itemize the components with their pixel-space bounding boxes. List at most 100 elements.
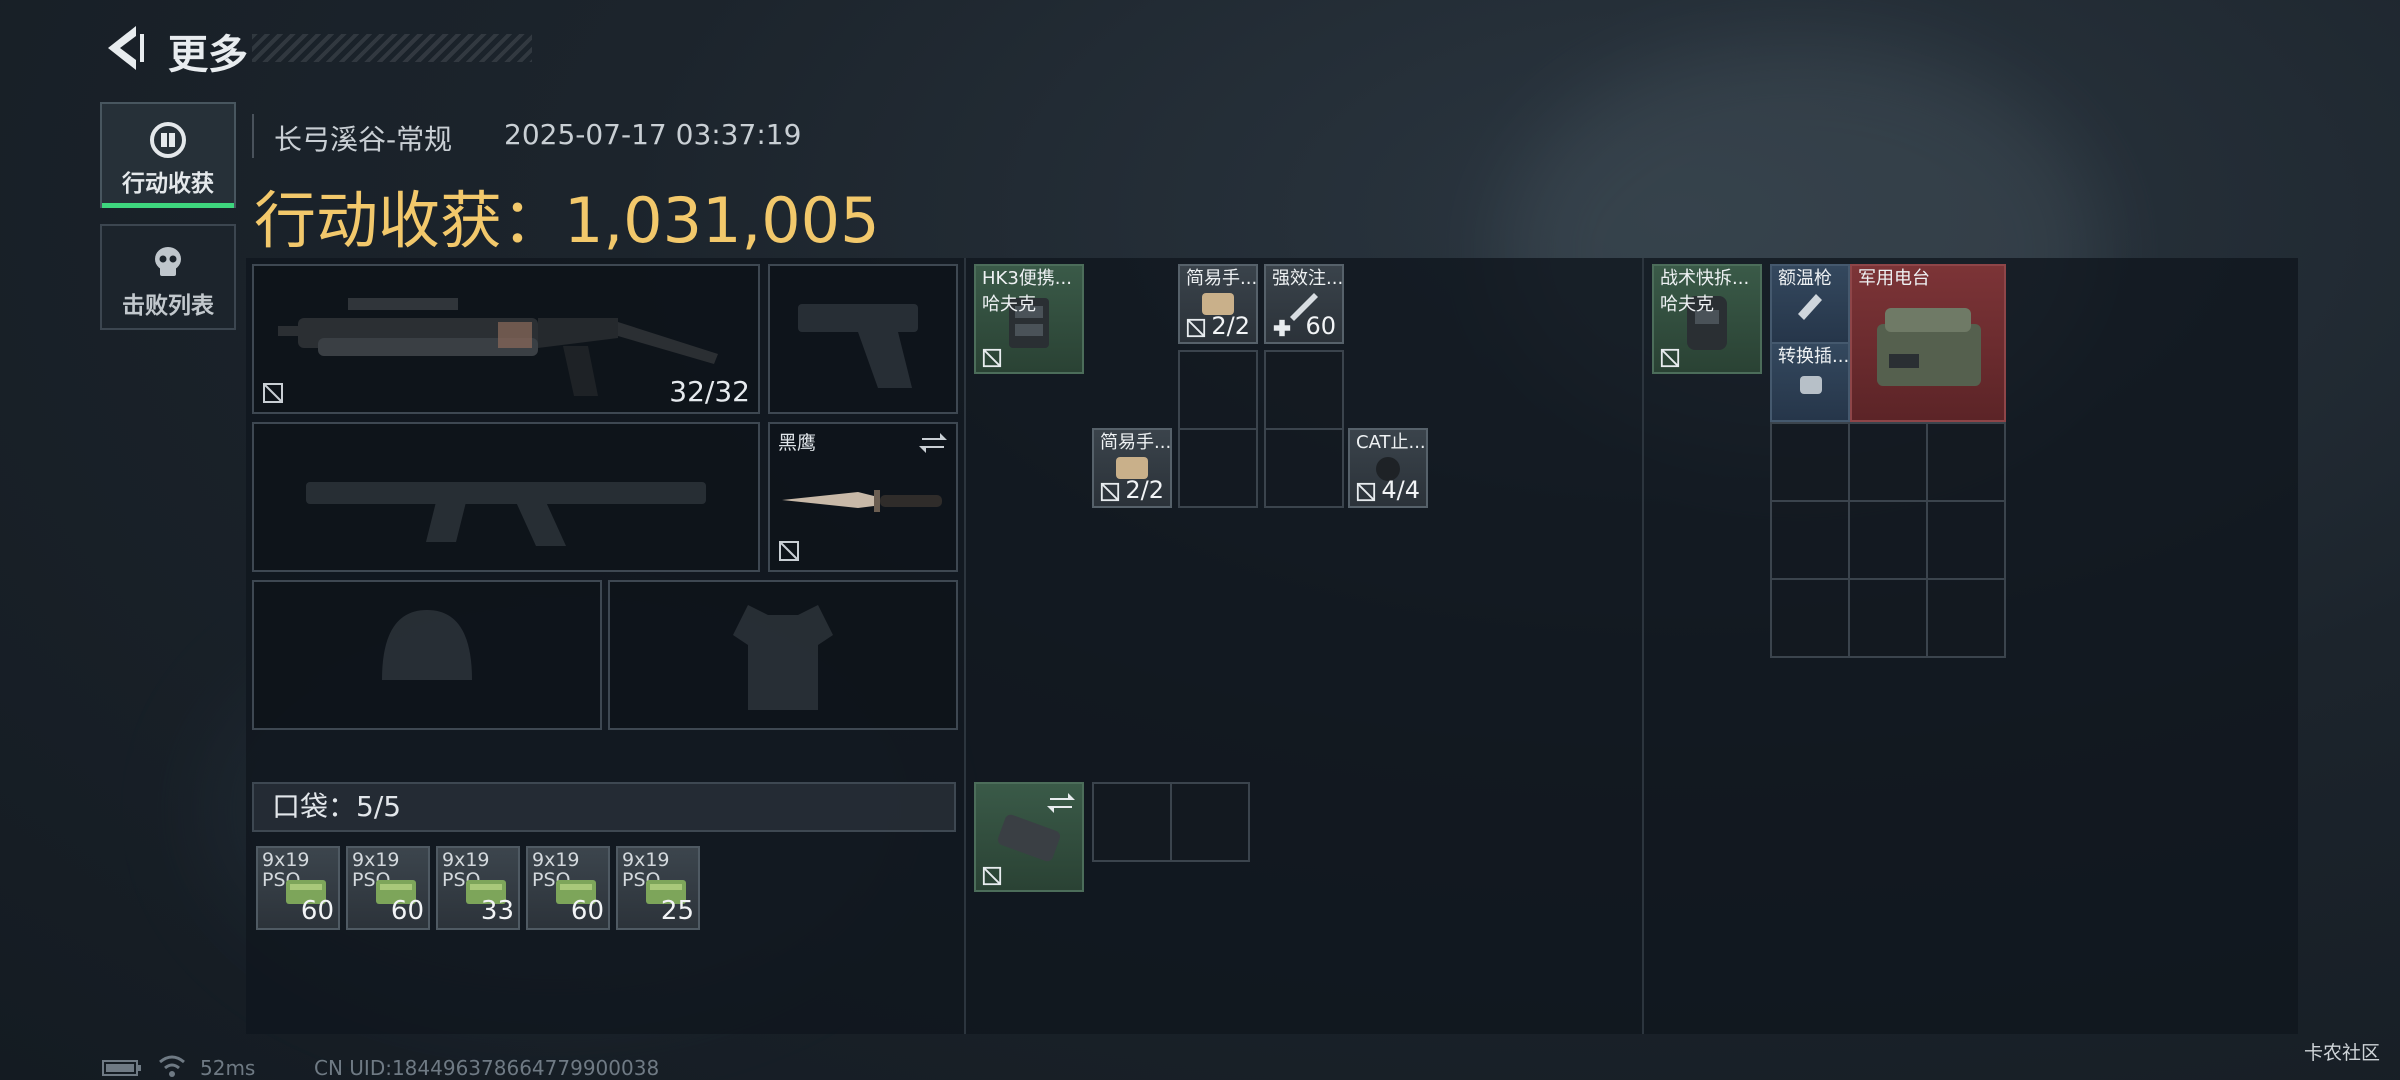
plus-icon (1273, 319, 1291, 337)
unlocked-icon (779, 541, 799, 561)
map-name: 长弓溪谷-常规 (274, 123, 453, 156)
pocket-ammo-4[interactable]: 9x19 PSO 60 (526, 846, 610, 930)
pocket-ammo-1[interactable]: 9x19 PSO 60 (256, 846, 340, 930)
panel-divider-2 (1642, 258, 1644, 1034)
page-title: 更多 (168, 32, 248, 78)
watermark: 卡农社区 (2303, 1042, 2380, 1064)
pocket-header: 口袋：5/5 (252, 782, 956, 832)
sidearm-slot[interactable] (768, 264, 958, 414)
tab-kills-label: 击败列表 (122, 293, 214, 319)
title-stripe-decoration (252, 34, 532, 62)
adapter-item[interactable]: 转换插... (1770, 342, 1850, 422)
primary-weapon-slot[interactable]: 32/32 (252, 264, 760, 414)
knife-icon (782, 490, 942, 512)
tab-kills[interactable]: 击败列表 (100, 224, 236, 330)
loot-icon (150, 122, 186, 158)
item-label: CAT止... (1356, 432, 1426, 453)
backpack-empty-slot[interactable] (1926, 422, 2006, 502)
player-uid: CN UID:1844963786647799000​38 (314, 1056, 660, 1080)
rig-empty-slot[interactable] (1178, 350, 1258, 430)
pocket-ammo-3[interactable]: 9x19 PSO 33 (436, 846, 520, 930)
backpack-empty-slot[interactable] (1926, 500, 2006, 580)
wifi-icon (159, 1055, 185, 1077)
safe-box-empty-slot[interactable] (1092, 782, 1172, 862)
backpack-empty-slot[interactable] (1770, 500, 1850, 580)
unlocked-icon (1100, 482, 1120, 502)
skull-icon (155, 247, 181, 276)
item-count: 2/2 (1125, 476, 1164, 504)
bandage-item-1[interactable]: 简易手... 2/2 (1178, 264, 1258, 344)
ammo-count: 60 (300, 896, 334, 926)
item-sublabel: 哈夫克 (1660, 294, 1714, 315)
ammo-caliber-line-1: 9x19 (532, 849, 580, 871)
pistol-placeholder-icon (770, 266, 956, 412)
swap-icon[interactable] (1046, 790, 1076, 816)
tab-loot-label: 行动收获 (122, 171, 214, 197)
panel-divider-1 (964, 258, 966, 1034)
ammo-caliber-line-1: 9x19 (262, 849, 310, 871)
tourniquet-item[interactable]: CAT止... 4/4 (1348, 428, 1428, 508)
melee-slot[interactable]: 黑鹰 (768, 422, 958, 572)
header-separator (252, 114, 254, 158)
item-label: 简易手... (1100, 432, 1172, 453)
backpack-empty-slot[interactable] (1770, 422, 1850, 502)
unlocked-icon (1660, 348, 1680, 368)
injector-item[interactable]: 强效注... 60 (1264, 264, 1344, 344)
unlocked-icon (1186, 318, 1206, 338)
safe-box-item[interactable] (974, 782, 1084, 892)
backpack-empty-slot[interactable] (1848, 578, 1928, 658)
backpack-empty-slot[interactable] (1926, 578, 2006, 658)
armor-placeholder-icon (610, 582, 956, 728)
pocket-ammo-5[interactable]: 9x19 PSO 25 (616, 846, 700, 930)
backpack-empty-slot[interactable] (1770, 578, 1850, 658)
ammo-caliber-line-1: 9x19 (442, 849, 490, 871)
item-label: 强效注... (1272, 268, 1344, 289)
back-arrow-icon[interactable] (100, 22, 148, 74)
loot-value: 行动收获：1,031,005 (254, 170, 880, 260)
unlocked-icon (982, 866, 1002, 886)
ammo-count: 25 (660, 896, 694, 926)
primary-ammo-count: 32/32 (669, 375, 750, 408)
swap-icon[interactable] (918, 430, 948, 456)
rig-empty-slot[interactable] (1264, 350, 1344, 430)
item-label: HK3便携... (982, 268, 1072, 289)
helmet-slot[interactable] (252, 580, 602, 730)
secondary-weapon-slot[interactable] (252, 422, 760, 572)
helmet-placeholder-icon (254, 582, 600, 728)
latency: 52ms (200, 1056, 256, 1080)
pocket-ammo-2[interactable]: 9x19 PSO 60 (346, 846, 430, 930)
item-label: 额温枪 (1778, 268, 1832, 289)
rifle-placeholder-icon (254, 424, 758, 570)
backpack-item[interactable]: 战术快拆... 哈夫克 (1652, 264, 1762, 374)
chest-rig-item[interactable]: HK3便携... 哈夫克 (974, 264, 1084, 374)
safe-box-empty-slot[interactable] (1170, 782, 1250, 862)
melee-label: 黑鹰 (778, 432, 817, 454)
loot-value-number: 1,031,005 (564, 184, 880, 257)
item-count: 2/2 (1211, 312, 1250, 340)
armor-slot[interactable] (608, 580, 958, 730)
rig-empty-slot[interactable] (1264, 428, 1344, 508)
bandage-item-2[interactable]: 简易手... 2/2 (1092, 428, 1172, 508)
unlocked-icon (982, 348, 1002, 368)
ammo-caliber-line-1: 9x19 (352, 849, 400, 871)
raid-timestamp: 2025-07-17 03:37:19 (504, 118, 802, 151)
item-label: 转换插... (1778, 346, 1850, 367)
unlocked-icon (1356, 482, 1376, 502)
rig-empty-slot[interactable] (1178, 428, 1258, 508)
thermometer-gun-item[interactable]: 额温枪 (1770, 264, 1850, 344)
backpack-empty-slot[interactable] (1848, 422, 1928, 502)
item-label: 简易手... (1186, 268, 1258, 289)
backpack-empty-slot[interactable] (1848, 500, 1928, 580)
tab-loot[interactable]: 行动收获 (100, 102, 236, 208)
pocket-count: 5/5 (356, 790, 402, 823)
item-count: 60 (1305, 312, 1336, 340)
ammo-caliber-line-1: 9x19 (622, 849, 670, 871)
ammo-count: 60 (390, 896, 424, 926)
military-radio-item[interactable]: 军用电台 (1850, 264, 2006, 422)
pocket-label: 口袋： (272, 790, 357, 823)
item-count: 4/4 (1381, 476, 1420, 504)
loot-value-label: 行动收获： (254, 184, 565, 257)
item-label: 战术快拆... (1660, 268, 1750, 289)
ammo-count: 33 (480, 896, 514, 926)
ammo-count: 60 (570, 896, 604, 926)
